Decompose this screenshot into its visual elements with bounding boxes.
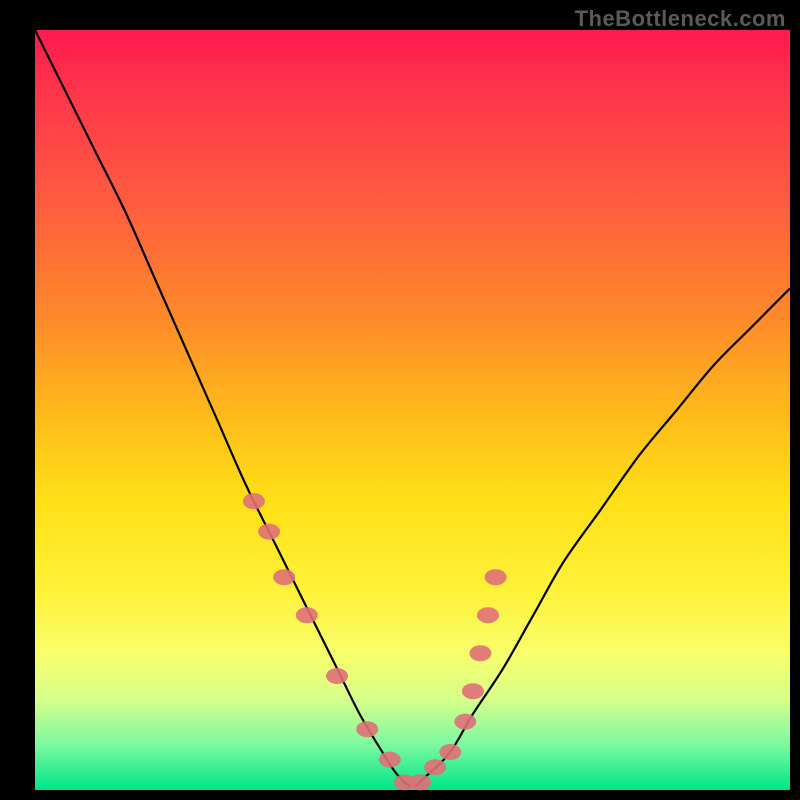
watermark-text: TheBottleneck.com (575, 6, 786, 32)
markers-group (243, 493, 507, 790)
bottleneck-curve (35, 30, 790, 786)
marker-point (469, 645, 491, 661)
marker-point (356, 721, 378, 737)
marker-point (273, 569, 295, 585)
marker-point (326, 668, 348, 684)
marker-point (477, 607, 499, 623)
marker-point (424, 759, 446, 775)
marker-point (258, 524, 280, 540)
marker-point (243, 493, 265, 509)
curve-svg (35, 30, 790, 790)
chart-frame: TheBottleneck.com (0, 0, 800, 800)
plot-area (35, 30, 790, 790)
marker-point (409, 774, 431, 790)
marker-point (379, 752, 401, 768)
marker-point (439, 744, 461, 760)
marker-point (462, 683, 484, 699)
marker-point (296, 607, 318, 623)
marker-point (454, 714, 476, 730)
marker-point (485, 569, 507, 585)
